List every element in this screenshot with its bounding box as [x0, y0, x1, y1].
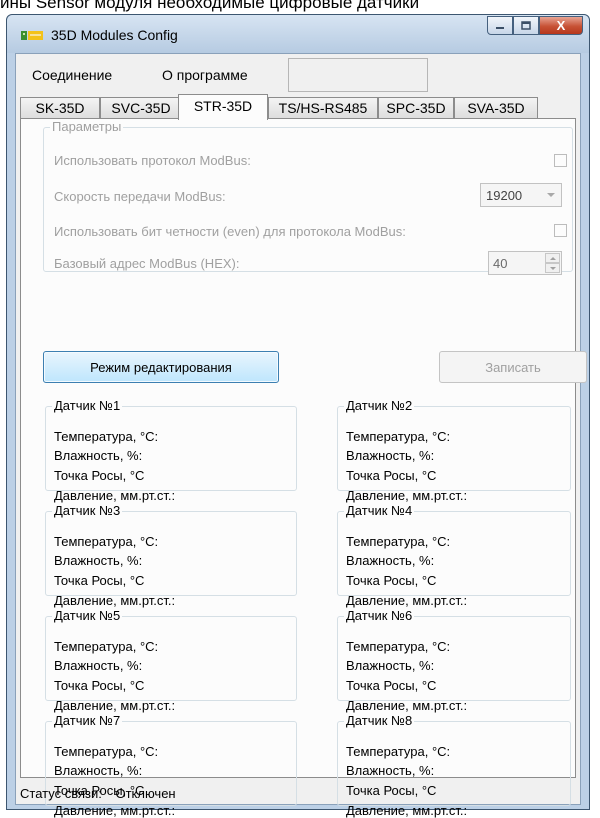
- menu-empty-box: [288, 58, 428, 92]
- sensor-pressure-label: Давление, мм.рт.ст.:: [54, 488, 176, 503]
- sensor-group-4: Датчик №4 Температура, °C: Влажность, %:…: [337, 503, 571, 608]
- sensor-dewpoint-label: Точка Росы, °C: [346, 678, 437, 693]
- sensor-group-3: Датчик №3 Температура, °C: Влажность, %:…: [45, 503, 297, 608]
- arrow-up-icon: [549, 256, 556, 260]
- address-stepper-value: 40: [493, 256, 508, 271]
- background-caption: ины Sensor модуля необходимые цифровые д…: [0, 0, 420, 12]
- sensor-title: Датчик №4: [346, 503, 413, 518]
- sensor-temperature-label: Температура, °C:: [346, 429, 451, 444]
- sensor-temperature-label: Температура, °C:: [346, 534, 451, 549]
- tab-spc-35d[interactable]: SPC-35D: [378, 97, 454, 119]
- tab-sva-35d[interactable]: SVA-35D: [454, 97, 538, 119]
- sensor-title: Датчик №3: [54, 503, 121, 518]
- window-controls: X: [487, 16, 583, 35]
- sensor-humidity-label: Влажность, %:: [54, 448, 143, 463]
- speed-select[interactable]: 19200: [480, 183, 562, 207]
- tab-svc-35d[interactable]: SVC-35D: [100, 97, 182, 119]
- sensor-temperature-label: Температура, °C:: [346, 639, 451, 654]
- sensor-humidity-label: Влажность, %:: [346, 658, 435, 673]
- sensor-humidity-label: Влажность, %:: [346, 763, 435, 778]
- sensor-group-5: Датчик №5 Температура, °C: Влажность, %:…: [45, 608, 297, 713]
- sensor-dewpoint-label: Точка Росы, °C: [346, 573, 437, 588]
- speed-label: Скорость передачи ModBus:: [54, 189, 226, 204]
- close-icon: X: [556, 18, 566, 33]
- sensor-pressure-label: Давление, мм.рт.ст.:: [346, 803, 468, 818]
- sensor-pressure-label: Давление, мм.рт.ст.:: [346, 698, 468, 713]
- maximize-icon: [521, 21, 531, 30]
- sensor-humidity-label: Влажность, %:: [54, 553, 143, 568]
- params-group: Параметры Использовать протокол ModBus: …: [43, 119, 573, 275]
- sensor-humidity-label: Влажность, %:: [346, 553, 435, 568]
- title-bar[interactable]: 35D Modules Config X: [7, 15, 589, 53]
- address-label: Базовый адрес ModBus (HEX):: [54, 256, 240, 271]
- sensor-pressure-label: Давление, мм.рт.ст.:: [54, 593, 176, 608]
- sensor-humidity-label: Влажность, %:: [54, 658, 143, 673]
- sensor-title: Датчик №7: [54, 713, 121, 728]
- stepper-up-button[interactable]: [545, 253, 560, 263]
- speed-select-value: 19200: [486, 188, 523, 203]
- sensor-dewpoint-label: Точка Росы, °C: [54, 573, 145, 588]
- sensor-dewpoint-label: Точка Росы, °C: [346, 468, 437, 483]
- sensor-group-1: Датчик №1 Температура, °C: Влажность, %:…: [45, 398, 297, 503]
- use-modbus-label: Использовать протокол ModBus:: [54, 153, 251, 168]
- tab-sk-35d[interactable]: SK-35D: [20, 97, 100, 119]
- tab-panel-str-35d: Параметры Использовать протокол ModBus: …: [20, 118, 587, 818]
- status-bar: Статус связи: Отключен: [20, 786, 186, 801]
- stepper-buttons: [545, 253, 560, 273]
- window-title: 35D Modules Config: [51, 27, 178, 43]
- main-client-area: Соединение О программе SK-35D SVC-35D ST…: [15, 53, 587, 818]
- app-icon: [21, 31, 43, 40]
- sensor-title: Датчик №6: [346, 608, 413, 623]
- write-button[interactable]: Записать: [439, 351, 587, 383]
- tab-ts-hs-rs485[interactable]: TS/HS-RS485: [268, 97, 378, 119]
- minimize-button[interactable]: [487, 16, 513, 35]
- stepper-down-button[interactable]: [545, 263, 560, 273]
- sensor-title: Датчик №2: [346, 398, 413, 413]
- status-label: Статус связи:: [20, 786, 102, 801]
- sensor-pressure-label: Давление, мм.рт.ст.:: [54, 803, 176, 818]
- sensor-temperature-label: Температура, °C:: [54, 429, 159, 444]
- address-stepper[interactable]: 40: [488, 251, 562, 275]
- sensor-pressure-label: Давление, мм.рт.ст.:: [54, 698, 176, 713]
- sensor-temperature-label: Температура, °C:: [54, 744, 159, 759]
- minimize-icon: [496, 26, 504, 29]
- sensor-title: Датчик №8: [346, 713, 413, 728]
- edit-mode-button[interactable]: Режим редактирования: [43, 351, 279, 383]
- sensor-pressure-label: Давление, мм.рт.ст.:: [346, 488, 468, 503]
- maximize-button[interactable]: [513, 16, 539, 35]
- parity-checkbox[interactable]: [554, 224, 567, 237]
- sensor-group-2: Датчик №2 Температура, °C: Влажность, %:…: [337, 398, 571, 503]
- close-button[interactable]: X: [539, 16, 583, 35]
- params-legend: Параметры: [52, 119, 122, 134]
- app-window: 35D Modules Config X Соединение О програ…: [6, 14, 590, 818]
- parity-label: Использовать бит четности (even) для про…: [54, 224, 406, 239]
- sensor-title: Датчик №1: [54, 398, 121, 413]
- sensor-temperature-label: Температура, °C:: [346, 744, 451, 759]
- sensor-temperature-label: Температура, °C:: [54, 534, 159, 549]
- sensor-group-8: Датчик №8 Температура, °C: Влажность, %:…: [337, 713, 571, 818]
- use-modbus-checkbox[interactable]: [554, 154, 567, 167]
- sensor-temperature-label: Температура, °C:: [54, 639, 159, 654]
- sensor-humidity-label: Влажность, %:: [346, 448, 435, 463]
- chevron-down-icon: [547, 193, 555, 197]
- sensor-pressure-label: Давление, мм.рт.ст.:: [346, 593, 468, 608]
- sensor-dewpoint-label: Точка Росы, °C: [54, 678, 145, 693]
- menu-bar: Соединение О программе: [16, 54, 580, 98]
- sensor-dewpoint-label: Точка Росы, °C: [346, 783, 437, 798]
- menu-connection[interactable]: Соединение: [32, 67, 112, 83]
- sensor-group-6: Датчик №6 Температура, °C: Влажность, %:…: [337, 608, 571, 713]
- tab-str-35d[interactable]: STR-35D: [178, 94, 268, 120]
- status-value: Отключен: [115, 786, 176, 801]
- menu-about[interactable]: О программе: [162, 67, 248, 83]
- sensor-dewpoint-label: Точка Росы, °C: [54, 468, 145, 483]
- arrow-down-icon: [549, 266, 556, 270]
- sensor-title: Датчик №5: [54, 608, 121, 623]
- sensor-humidity-label: Влажность, %:: [54, 763, 143, 778]
